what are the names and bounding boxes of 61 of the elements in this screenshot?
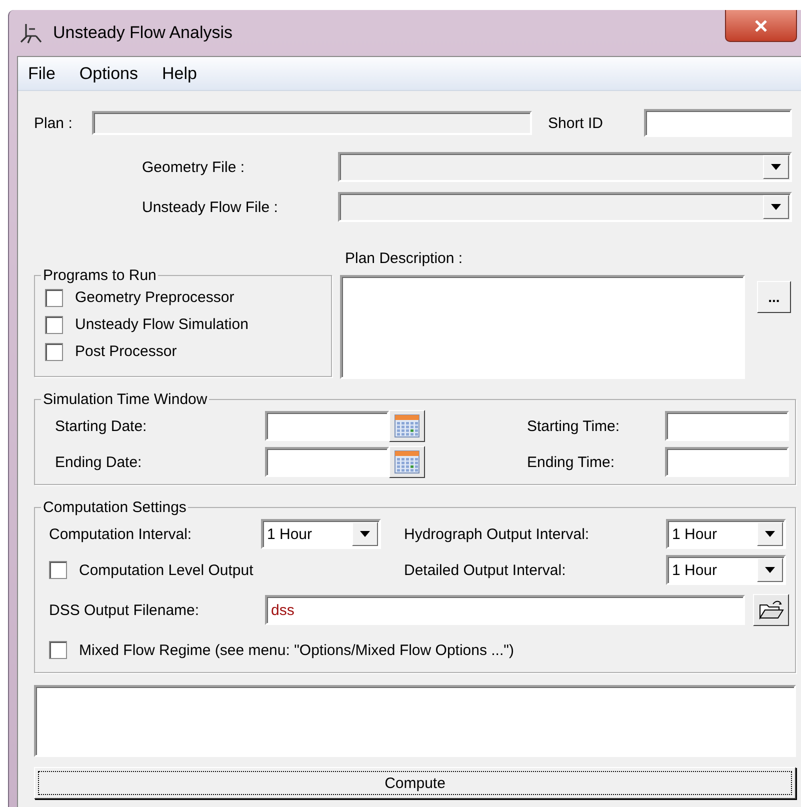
more-button[interactable]: ... bbox=[757, 281, 791, 313]
app-icon bbox=[19, 22, 43, 44]
open-folder-button[interactable] bbox=[753, 594, 789, 626]
checkbox[interactable] bbox=[45, 342, 63, 360]
time-field[interactable] bbox=[665, 447, 789, 477]
detailed-interval-label: Detailed Output Interval: bbox=[404, 562, 567, 578]
group-title: Computation Settings bbox=[42, 499, 188, 516]
dss-filename-field[interactable]: dss bbox=[265, 595, 745, 625]
dss-filename-label: DSS Output Filename: bbox=[49, 602, 200, 618]
dropdown-arrow-icon bbox=[771, 164, 781, 170]
checkbox[interactable] bbox=[45, 288, 63, 306]
short-id-field[interactable] bbox=[644, 109, 792, 137]
menu-item[interactable]: File bbox=[28, 64, 56, 84]
calendar-button[interactable] bbox=[389, 410, 425, 442]
date-field[interactable] bbox=[265, 447, 389, 477]
calendar-button[interactable] bbox=[389, 446, 425, 478]
date-field[interactable] bbox=[265, 411, 389, 441]
dropdown[interactable] bbox=[338, 192, 792, 222]
dropdown-button[interactable] bbox=[757, 522, 783, 546]
checkbox-label: Geometry Preprocessor bbox=[75, 289, 234, 306]
group-title: Simulation Time Window bbox=[42, 391, 208, 408]
checkbox-label: Computation Level Output bbox=[79, 562, 254, 578]
time-label: Starting Time: bbox=[527, 418, 621, 434]
dropdown[interactable]: 1 Hour bbox=[666, 555, 786, 585]
checkbox[interactable] bbox=[49, 561, 67, 579]
checkbox[interactable] bbox=[45, 316, 63, 334]
dropdown[interactable]: 1 Hour bbox=[261, 519, 381, 549]
dropdown-arrow-icon bbox=[765, 567, 775, 573]
dropdown[interactable]: 1 Hour bbox=[666, 519, 786, 549]
short-id-label: Short ID bbox=[548, 114, 604, 132]
dropdown-button[interactable] bbox=[757, 558, 783, 582]
compute-button[interactable]: Compute bbox=[34, 767, 796, 799]
date-label: Ending Date: bbox=[55, 454, 143, 470]
file-label: Unsteady Flow File : bbox=[142, 198, 279, 216]
close-icon bbox=[754, 20, 768, 32]
plan-label: Plan : bbox=[34, 114, 74, 132]
dropdown-arrow-icon bbox=[771, 204, 781, 210]
menu-item[interactable]: Options bbox=[79, 64, 138, 84]
dropdown-arrow-icon bbox=[765, 531, 775, 537]
checkbox-label: Mixed Flow Regime (see menu: "Options/Mixed Flow Options ...") bbox=[79, 642, 514, 658]
time-field[interactable] bbox=[665, 411, 789, 441]
group-title: Programs to Run bbox=[42, 267, 158, 284]
dropdown-button[interactable] bbox=[352, 522, 378, 546]
dropdown[interactable] bbox=[338, 152, 792, 182]
plan-field[interactable] bbox=[92, 111, 532, 135]
plan-description-field[interactable] bbox=[340, 275, 745, 379]
file-label: Geometry File : bbox=[142, 158, 246, 176]
time-label: Ending Time: bbox=[527, 454, 616, 470]
checkbox-label: Unsteady Flow Simulation bbox=[75, 316, 248, 333]
checkbox-label: Post Processor bbox=[75, 343, 177, 360]
hydrograph-interval-label: Hydrograph Output Interval: bbox=[404, 526, 590, 542]
window-title: Unsteady Flow Analysis bbox=[53, 23, 233, 43]
close-button[interactable] bbox=[725, 10, 797, 42]
checkbox[interactable] bbox=[49, 641, 67, 659]
plan-description-label: Plan Description : bbox=[345, 250, 463, 266]
dropdown-arrow-icon bbox=[360, 531, 370, 537]
dropdown-button[interactable] bbox=[763, 195, 789, 219]
menu-item[interactable]: Help bbox=[162, 64, 197, 84]
computation-interval-label: Computation Interval: bbox=[49, 526, 193, 542]
dropdown-button[interactable] bbox=[763, 155, 789, 179]
date-label: Starting Date: bbox=[55, 418, 148, 434]
